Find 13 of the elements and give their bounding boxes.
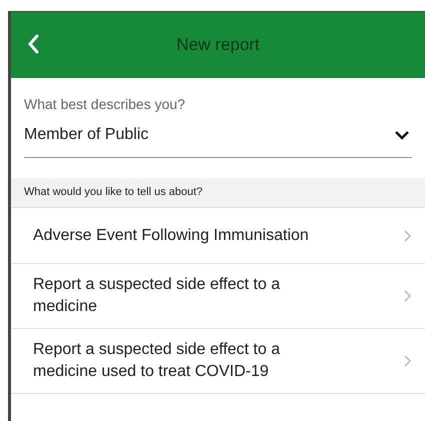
screen-title: New report bbox=[176, 34, 260, 56]
back-icon[interactable] bbox=[27, 34, 39, 54]
field-value: Member of Public bbox=[24, 125, 148, 145]
role-dropdown[interactable]: What best describes you? Member of Public bbox=[24, 95, 412, 158]
report-option[interactable]: Report a suspected side effect to a medicine used to treat COVID-19 bbox=[11, 329, 425, 394]
chevron-right-icon bbox=[404, 290, 411, 302]
section-heading: What would you like to tell us about? bbox=[24, 185, 203, 200]
chevron-down-icon bbox=[394, 130, 410, 140]
report-option[interactable]: Adverse Event Following Immunisation bbox=[11, 208, 425, 264]
chevron-right-icon bbox=[404, 355, 411, 367]
field-label: What best describes you? bbox=[24, 95, 186, 113]
report-option[interactable]: Report a suspected side effect to a medicine bbox=[11, 264, 425, 329]
chevron-right-icon bbox=[404, 230, 411, 242]
